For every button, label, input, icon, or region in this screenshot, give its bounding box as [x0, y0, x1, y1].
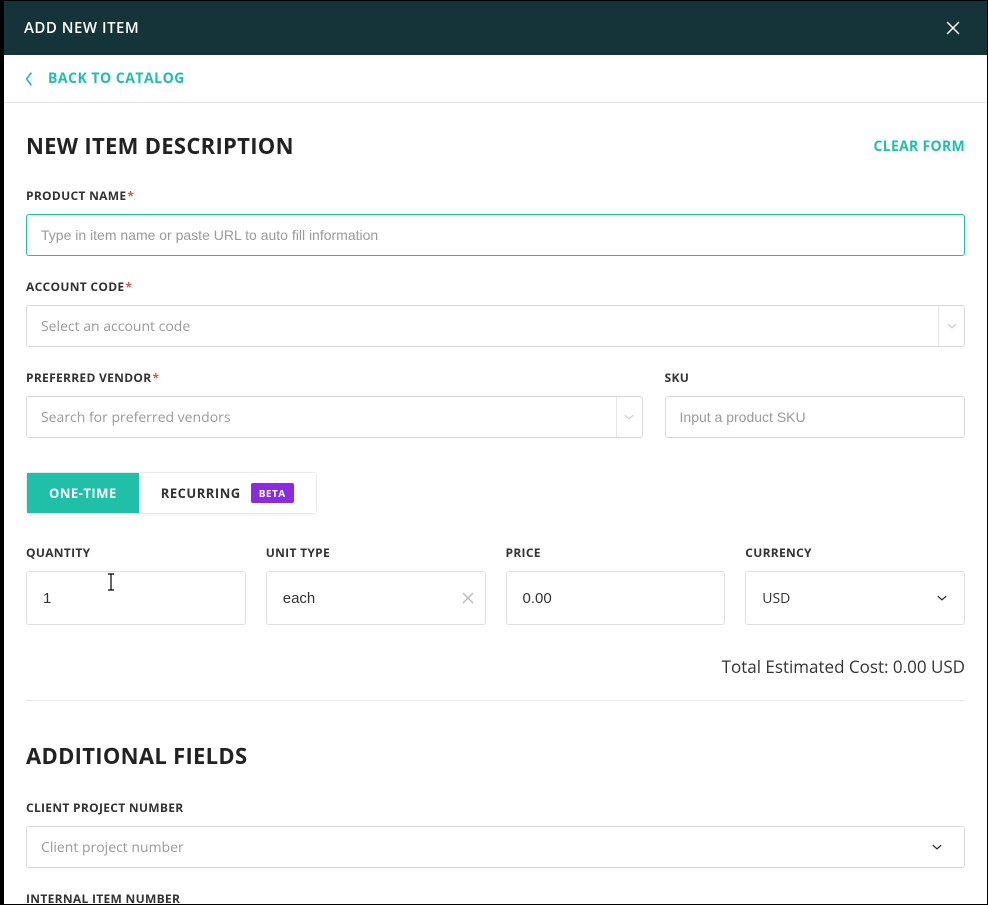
account-code-label: ACCOUNT CODE*	[26, 278, 965, 295]
internal-item-number-label: INTERNAL ITEM NUMBER	[26, 890, 965, 904]
product-name-label: PRODUCT NAME*	[26, 187, 965, 204]
clear-unit-type-button[interactable]	[462, 587, 474, 609]
additional-fields-title: ADDITIONAL FIELDS	[26, 741, 965, 771]
add-new-item-modal: ADD NEW ITEM BACK TO CATALOG NEW ITEM DE…	[0, 0, 988, 905]
section-header: NEW ITEM DESCRIPTION CLEAR FORM	[26, 131, 965, 161]
product-name-input[interactable]	[26, 214, 965, 256]
chevron-left-icon	[24, 71, 34, 87]
sku-field: SKU	[665, 369, 965, 438]
total-estimated-cost: Total Estimated Cost: 0.00 USD	[26, 655, 965, 701]
preferred-vendor-select[interactable]: Search for preferred vendors	[26, 396, 643, 438]
unit-type-wrapper	[266, 571, 486, 625]
sku-input[interactable]	[665, 396, 965, 438]
internal-item-number-field: INTERNAL ITEM NUMBER	[26, 890, 965, 904]
chevron-down-icon	[924, 827, 950, 867]
client-project-number-select[interactable]: Client project number	[26, 826, 965, 868]
quantity-input[interactable]	[26, 571, 246, 625]
chevron-down-icon	[936, 592, 948, 604]
frequency-tabs: ONE-TIME RECURRING BETA	[26, 472, 965, 514]
client-project-number-label: CLIENT PROJECT NUMBER	[26, 799, 965, 816]
quantity-field: QUANTITY	[26, 544, 246, 625]
account-code-placeholder: Select an account code	[41, 317, 190, 336]
vendor-sku-row: PREFERRED VENDOR* Search for preferred v…	[26, 369, 965, 438]
back-to-catalog-link[interactable]: BACK TO CATALOG	[24, 69, 185, 88]
sku-label: SKU	[665, 369, 965, 386]
unit-type-input[interactable]	[266, 571, 486, 625]
beta-badge: BETA	[251, 483, 294, 503]
preferred-vendor-placeholder: Search for preferred vendors	[41, 408, 231, 427]
back-bar: BACK TO CATALOG	[4, 55, 987, 103]
chevron-down-icon	[616, 397, 642, 437]
client-project-number-field: CLIENT PROJECT NUMBER Client project num…	[26, 799, 965, 868]
currency-field: CURRENCY USD	[745, 544, 965, 625]
modal-header: ADD NEW ITEM	[4, 1, 987, 55]
additional-fields-section: ADDITIONAL FIELDS CLIENT PROJECT NUMBER …	[26, 741, 965, 904]
account-code-select[interactable]: Select an account code	[26, 305, 965, 347]
price-label: PRICE	[506, 544, 726, 561]
quantity-label: QUANTITY	[26, 544, 246, 561]
tab-recurring[interactable]: RECURRING BETA	[139, 473, 316, 513]
preferred-vendor-field: PREFERRED VENDOR* Search for preferred v…	[26, 369, 643, 438]
line-item-row: QUANTITY UNIT TYPE PRICE	[26, 544, 965, 625]
section-title: NEW ITEM DESCRIPTION	[26, 131, 294, 161]
client-project-number-placeholder: Client project number	[41, 838, 184, 857]
unit-type-field: UNIT TYPE	[266, 544, 486, 625]
close-icon	[944, 19, 962, 37]
total-label: Total Estimated Cost:	[722, 655, 889, 678]
required-indicator: *	[127, 187, 134, 204]
price-input[interactable]	[506, 571, 726, 625]
currency-value: USD	[762, 589, 790, 608]
clear-form-link[interactable]: CLEAR FORM	[874, 137, 965, 156]
total-value: 0.00 USD	[893, 655, 965, 678]
tab-one-time[interactable]: ONE-TIME	[27, 473, 139, 513]
price-field: PRICE	[506, 544, 726, 625]
back-link-label: BACK TO CATALOG	[48, 69, 185, 88]
required-indicator: *	[125, 278, 132, 295]
preferred-vendor-label: PREFERRED VENDOR*	[26, 369, 643, 386]
modal-content: NEW ITEM DESCRIPTION CLEAR FORM PRODUCT …	[4, 103, 987, 904]
product-name-field: PRODUCT NAME*	[26, 187, 965, 256]
modal-title: ADD NEW ITEM	[24, 18, 139, 38]
account-code-field: ACCOUNT CODE* Select an account code	[26, 278, 965, 347]
currency-select[interactable]: USD	[745, 571, 965, 625]
tab-group: ONE-TIME RECURRING BETA	[26, 472, 317, 514]
close-icon	[462, 592, 474, 604]
unit-type-label: UNIT TYPE	[266, 544, 486, 561]
required-indicator: *	[152, 369, 159, 386]
currency-label: CURRENCY	[745, 544, 965, 561]
close-button[interactable]	[939, 14, 967, 42]
chevron-down-icon	[938, 306, 964, 346]
